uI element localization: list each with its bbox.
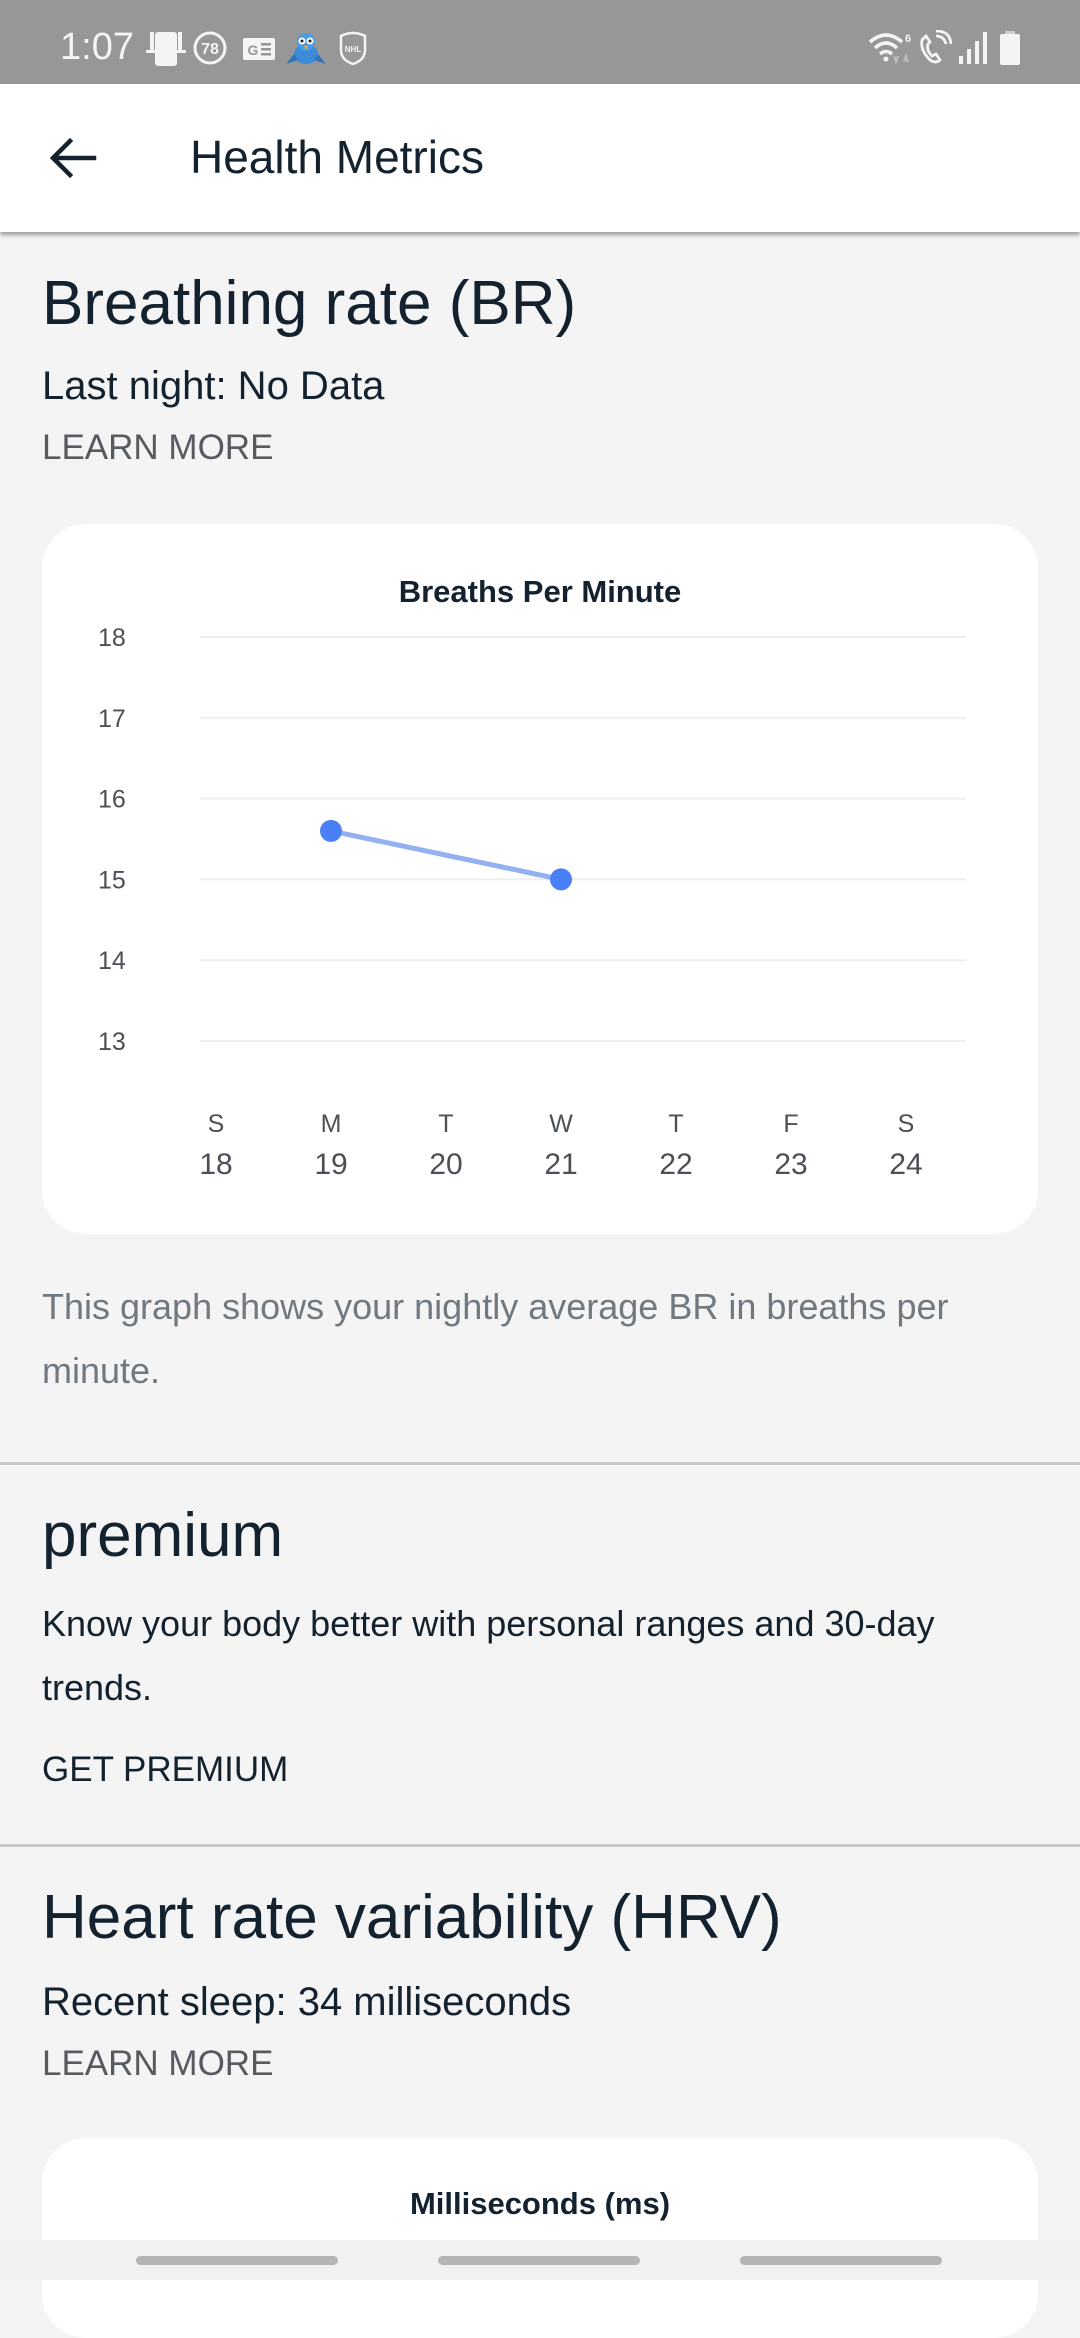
br-chart: 18 17 16 15 14 13 S 18 M 19 T 20 W 21 T 22 F 23 S 24: [98, 624, 966, 1181]
x-tick-day-label: S: [898, 1110, 915, 1138]
br-description: This graph shows your nightly average BR…: [42, 1286, 949, 1391]
svg-text:6: 6: [905, 33, 911, 45]
phone-screen-icon: [146, 32, 186, 66]
app-bar: Health Metrics: [0, 84, 1080, 232]
arrow-left-icon[interactable]: [44, 128, 104, 188]
status-time: 1:07: [60, 26, 134, 68]
y-tick-label: 14: [98, 947, 126, 975]
x-tick-date-label: 22: [659, 1148, 692, 1181]
nav-recents-handle[interactable]: [136, 2256, 338, 2265]
twitter-bird-icon: [286, 33, 326, 64]
hrv-chart-title: Milliseconds (ms): [409, 2186, 671, 2221]
x-tick-date-label: 20: [429, 1148, 462, 1181]
x-tick-day-label: T: [668, 1110, 683, 1138]
nav-home-handle[interactable]: [438, 2256, 640, 2265]
google-news-icon: G: [243, 38, 275, 60]
y-tick-label: 13: [98, 1028, 126, 1056]
nav-back-handle[interactable]: [740, 2256, 942, 2265]
y-tick-label: 16: [98, 786, 126, 814]
hrv-summary: Recent sleep: 34 milliseconds: [42, 1980, 572, 2024]
br-title: Breathing rate (BR): [42, 269, 577, 338]
nhl-logo-icon: NHL: [339, 31, 367, 66]
temperature-78-icon: 78: [193, 31, 227, 65]
signal-icon: [959, 32, 987, 64]
svg-text:78: 78: [201, 41, 219, 58]
x-tick-date-label: 23: [774, 1148, 807, 1181]
svg-text:G: G: [248, 42, 259, 58]
gesture-nav-bar: [0, 2240, 1080, 2280]
battery-icon: [1000, 31, 1020, 65]
x-tick-day-label: F: [783, 1110, 798, 1138]
svg-text:NHL: NHL: [345, 45, 362, 54]
wifi-calling-icon: [920, 30, 952, 64]
data-point: [550, 868, 572, 891]
get-premium-link[interactable]: GET PREMIUM: [42, 1750, 288, 1790]
data-point: [320, 819, 342, 842]
page-title: Health Metrics: [190, 131, 484, 183]
series-line-segment: [330, 828, 562, 882]
wifi-6-icon: 6: [868, 33, 911, 66]
x-tick-date-label: 19: [314, 1148, 347, 1181]
premium-title: premium: [42, 1501, 284, 1570]
br-learn-more-link[interactable]: LEARN MORE: [42, 428, 273, 468]
br-chart-card: Breaths Per Minute 18 17 16 15 14 13 S 18 M 19 T 20…: [42, 524, 1038, 1234]
hrv-learn-more-link[interactable]: LEARN MORE: [42, 2044, 273, 2084]
x-tick-date-label: 24: [889, 1148, 922, 1181]
br-summary: Last night: No Data: [42, 364, 385, 408]
section-divider: [0, 1462, 1080, 1465]
x-tick-day-label: M: [321, 1110, 342, 1138]
x-tick-date-label: 18: [199, 1148, 232, 1181]
premium-body: Know your body better with personal rang…: [42, 1603, 935, 1708]
x-tick-day-label: S: [208, 1110, 225, 1138]
x-tick-day-label: W: [549, 1110, 573, 1138]
x-tick-date-label: 21: [544, 1148, 577, 1181]
section-divider: [0, 1844, 1080, 1847]
hrv-title: Heart rate variability (HRV): [42, 1883, 782, 1952]
x-tick-day-label: T: [438, 1110, 453, 1138]
hrv-chart-card: Milliseconds (ms): [42, 2138, 1038, 2338]
y-tick-label: 15: [98, 866, 126, 894]
y-tick-label: 17: [98, 705, 126, 733]
y-tick-label: 18: [98, 624, 126, 652]
status-bar: 1:07 78 G NHL 6: [0, 0, 1080, 84]
